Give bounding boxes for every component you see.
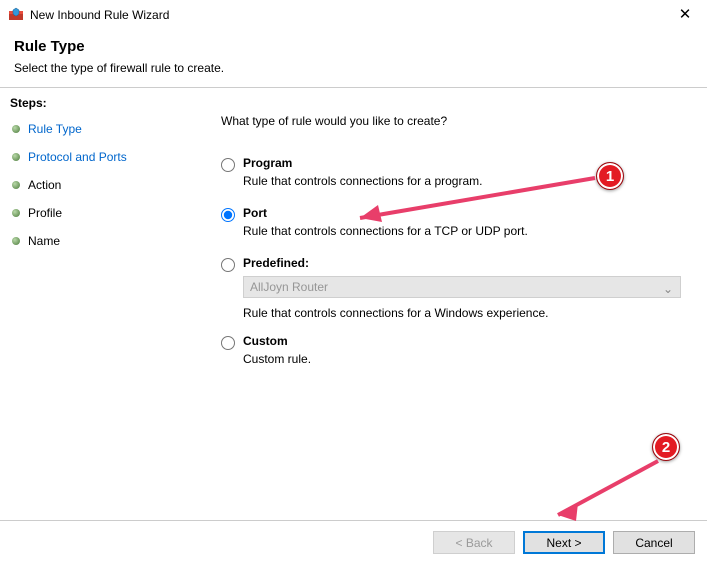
- page-subtitle: Select the type of firewall rule to crea…: [14, 61, 693, 75]
- step-label: Rule Type: [28, 122, 82, 136]
- predefined-select: AllJoyn Router: [243, 276, 681, 298]
- radio-port[interactable]: [221, 208, 235, 222]
- step-bullet-icon: [12, 181, 20, 189]
- window-title: New Inbound Rule Wizard: [30, 8, 169, 22]
- step-rule-type[interactable]: Rule Type: [10, 118, 185, 140]
- step-bullet-icon: [12, 153, 20, 161]
- step-action[interactable]: Action: [10, 174, 185, 196]
- option-program-desc: Rule that controls connections for a pro…: [243, 174, 681, 188]
- option-predefined-title: Predefined:: [243, 256, 681, 270]
- option-port-title: Port: [243, 206, 681, 220]
- option-custom[interactable]: Custom Custom rule.: [221, 334, 681, 366]
- wizard-main: What type of rule would you like to crea…: [195, 88, 707, 518]
- option-predefined-desc: Rule that controls connections for a Win…: [243, 306, 681, 320]
- wizard-footer: < Back Next > Cancel: [0, 520, 707, 564]
- radio-predefined[interactable]: [221, 258, 235, 272]
- step-bullet-icon: [12, 209, 20, 217]
- step-label: Action: [28, 178, 61, 192]
- firewall-icon: [8, 7, 24, 23]
- radio-custom[interactable]: [221, 336, 235, 350]
- step-label: Protocol and Ports: [28, 150, 127, 164]
- option-port-desc: Rule that controls connections for a TCP…: [243, 224, 681, 238]
- page-title: Rule Type: [14, 38, 693, 55]
- option-port[interactable]: Port Rule that controls connections for …: [221, 206, 681, 238]
- wizard-header: Rule Type Select the type of firewall ru…: [0, 30, 707, 88]
- step-protocol-and-ports[interactable]: Protocol and Ports: [10, 146, 185, 168]
- back-button: < Back: [433, 531, 515, 554]
- next-button[interactable]: Next >: [523, 531, 605, 554]
- option-program[interactable]: Program Rule that controls connections f…: [221, 156, 681, 188]
- step-name[interactable]: Name: [10, 230, 185, 252]
- steps-heading: Steps:: [10, 96, 185, 110]
- cancel-button[interactable]: Cancel: [613, 531, 695, 554]
- option-program-title: Program: [243, 156, 681, 170]
- option-custom-desc: Custom rule.: [243, 352, 681, 366]
- titlebar: New Inbound Rule Wizard ✕: [0, 0, 707, 30]
- close-icon[interactable]: ✕: [663, 0, 707, 30]
- step-label: Profile: [28, 206, 62, 220]
- step-bullet-icon: [12, 237, 20, 245]
- step-label: Name: [28, 234, 60, 248]
- step-profile[interactable]: Profile: [10, 202, 185, 224]
- steps-sidebar: Steps: Rule Type Protocol and Ports Acti…: [0, 88, 195, 518]
- option-custom-title: Custom: [243, 334, 681, 348]
- main-question: What type of rule would you like to crea…: [221, 114, 681, 128]
- option-predefined[interactable]: Predefined: AllJoyn Router Rule that con…: [221, 256, 681, 320]
- step-bullet-icon: [12, 125, 20, 133]
- radio-program[interactable]: [221, 158, 235, 172]
